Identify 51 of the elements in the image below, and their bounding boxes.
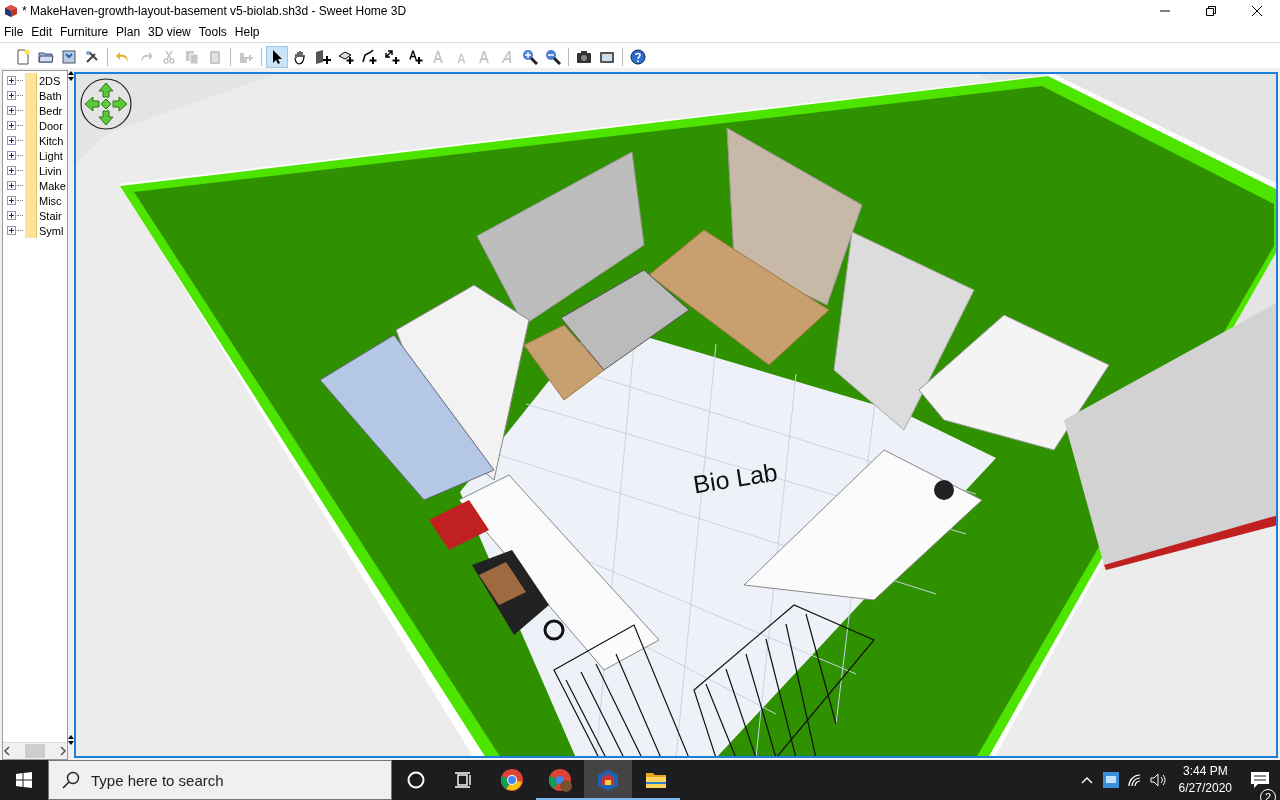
folder-icon (25, 73, 37, 89)
house-app-icon[interactable] (584, 760, 632, 800)
expand-toggle-icon[interactable] (7, 166, 16, 176)
room-label: Bio Lab (691, 458, 780, 500)
expand-toggle-icon[interactable] (7, 151, 16, 161)
expand-toggle-icon[interactable] (7, 211, 16, 221)
search-icon (62, 771, 80, 790)
maximize-icon[interactable] (1206, 6, 1216, 16)
folder-icon (25, 223, 37, 239)
expand-toggle-icon[interactable] (7, 226, 16, 236)
category-label[interactable]: Kitch (39, 135, 64, 147)
menu-item[interactable]: Help (230, 24, 264, 39)
menu-item[interactable]: File (0, 24, 28, 39)
close-icon[interactable] (1252, 6, 1262, 16)
category-label[interactable]: Light (39, 150, 63, 162)
expand-toggle-icon[interactable] (7, 106, 16, 116)
scroll-right-icon[interactable] (59, 746, 67, 757)
category-label[interactable]: Bath (39, 90, 62, 102)
notification-icon[interactable] (1250, 771, 1270, 790)
menu-item[interactable]: Tools (194, 24, 231, 39)
category-label[interactable]: Make (39, 180, 66, 192)
clock[interactable]: 3:44 PM 6/27/2020 (1170, 763, 1240, 798)
app-logo-icon (4, 4, 18, 18)
menu-item[interactable]: 3D view (144, 24, 195, 39)
expand-toggle-icon[interactable] (7, 91, 16, 101)
window-title: * MakeHaven-growth-layout-basement v5-biolab.sh3d - Sweet Home 3D (22, 4, 408, 18)
category-label[interactable]: Misc (39, 195, 62, 207)
navigation-arrows-icon[interactable] (80, 78, 132, 131)
expand-toggle-icon[interactable] (7, 121, 16, 131)
room-3d-drawing[interactable] (76, 74, 1276, 757)
expand-toggle-icon[interactable] (7, 136, 16, 146)
search-field[interactable]: Type here to search (48, 760, 392, 800)
category-label[interactable]: Stair (39, 210, 62, 222)
menu-item[interactable]: Edit (27, 24, 57, 39)
expand-toggle-icon[interactable] (7, 76, 16, 86)
splitter-arrows-icon[interactable] (68, 70, 74, 83)
category-label[interactable]: Syml (39, 225, 64, 237)
category-label[interactable]: 2DS (39, 75, 61, 87)
clock-date: 6/27/2020 (1178, 780, 1232, 798)
category-label[interactable]: Bedr (39, 105, 63, 117)
clock-time: 3:44 PM (1182, 763, 1228, 781)
windows-logo-icon[interactable] (16, 772, 32, 789)
menu-item[interactable]: Furniture (56, 24, 113, 39)
category-label[interactable]: Livin (39, 165, 62, 177)
category-label[interactable]: Door (39, 120, 63, 132)
expand-toggle-icon[interactable] (7, 181, 16, 191)
menu-item[interactable]: Plan (112, 24, 145, 39)
scrollbar-thumb[interactable] (25, 744, 45, 759)
scroll-left-icon[interactable] (3, 746, 11, 757)
expand-toggle-icon[interactable] (7, 196, 16, 206)
splitter-arrows-icon[interactable] (68, 734, 74, 747)
